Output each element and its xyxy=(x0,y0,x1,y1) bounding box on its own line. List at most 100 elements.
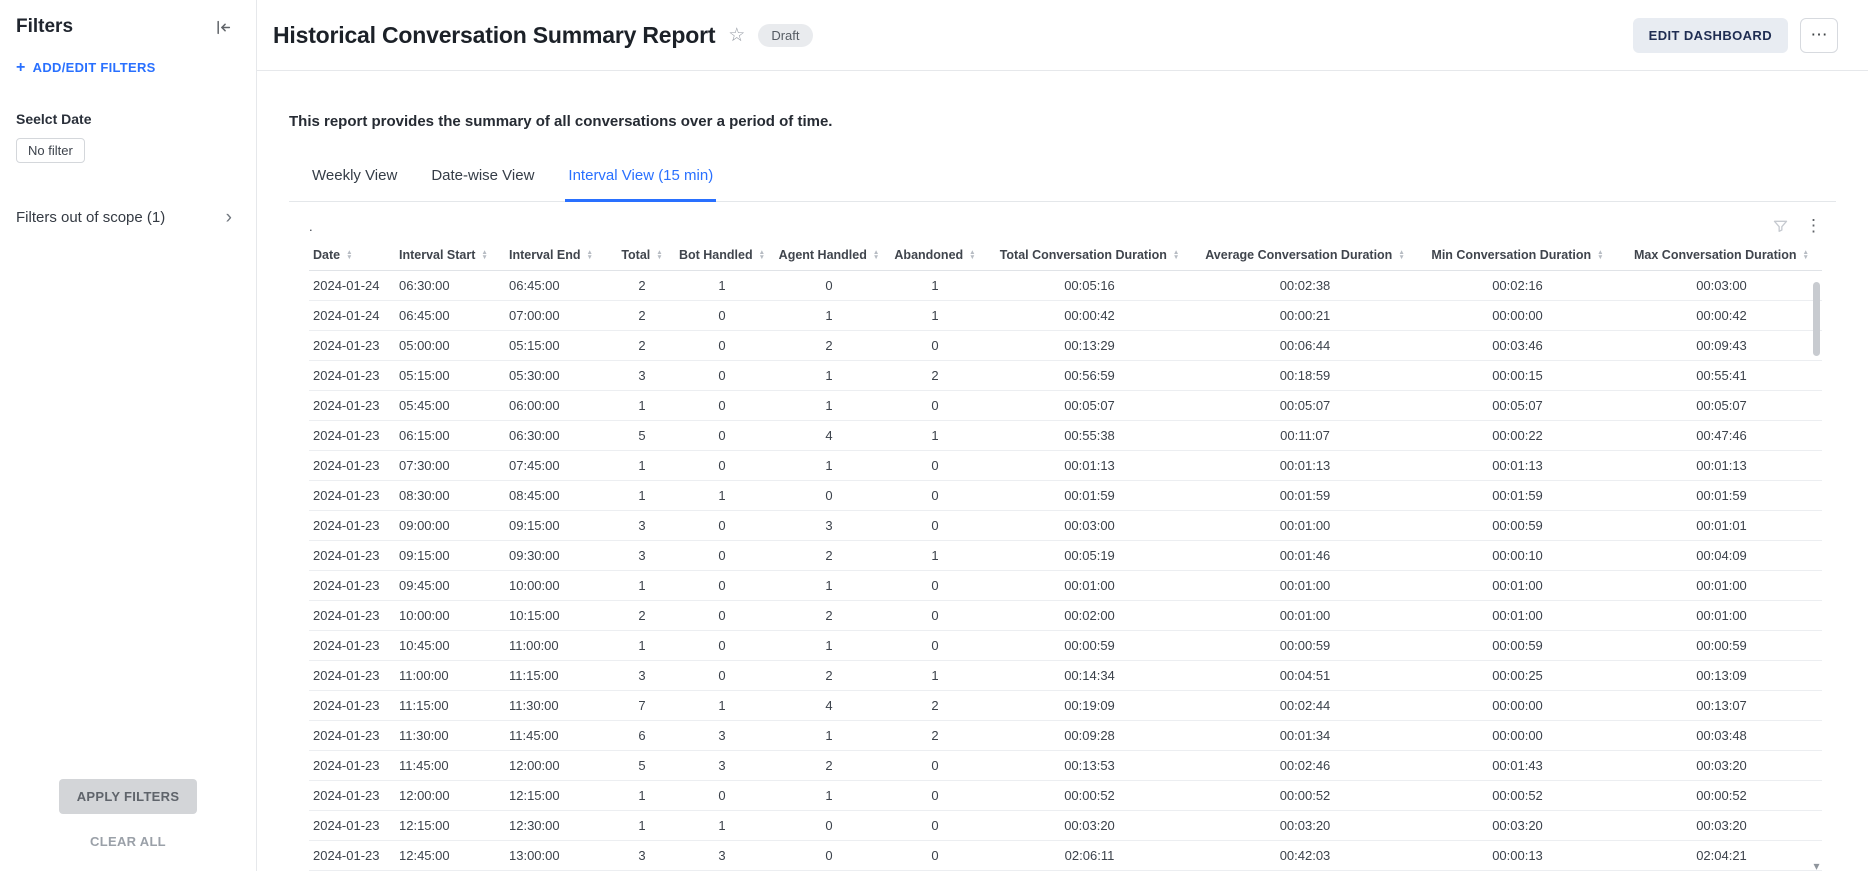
add-edit-filters-button[interactable]: + ADD/EDIT FILTERS xyxy=(16,60,156,75)
table-cell: 00:03:20 xyxy=(1621,751,1822,781)
table-cell: 00:00:22 xyxy=(1414,421,1621,451)
column-header-label: Abandoned xyxy=(894,248,963,262)
table-cell: 2024-01-23 xyxy=(309,451,395,481)
table-row[interactable]: 2024-01-2305:15:0005:30:00301200:56:5900… xyxy=(309,361,1822,391)
table-cell: 00:01:00 xyxy=(983,571,1196,601)
column-header[interactable]: Agent Handled▲▼ xyxy=(771,240,887,271)
table-cell: 06:30:00 xyxy=(505,421,611,451)
edit-dashboard-button[interactable]: EDIT DASHBOARD xyxy=(1633,18,1788,53)
column-header[interactable]: Bot Handled▲▼ xyxy=(673,240,771,271)
sort-icon[interactable]: ▲▼ xyxy=(873,250,879,261)
table-cell: 06:45:00 xyxy=(395,301,505,331)
column-header[interactable]: Abandoned ▲▼ xyxy=(887,240,983,271)
table-row[interactable]: 2024-01-2406:45:0007:00:00201100:00:4200… xyxy=(309,301,1822,331)
table-cell: 00:00:42 xyxy=(1621,301,1822,331)
table-cell: 07:30:00 xyxy=(395,451,505,481)
sort-icon[interactable]: ▲▼ xyxy=(587,250,593,261)
table-row[interactable]: 2024-01-2310:45:0011:00:00101000:00:5900… xyxy=(309,631,1822,661)
table-cell: 10:00:00 xyxy=(505,571,611,601)
table-cell: 00:13:53 xyxy=(983,751,1196,781)
column-header[interactable]: Interval Start▲▼ xyxy=(395,240,505,271)
sort-icon[interactable]: ▲▼ xyxy=(1398,250,1404,261)
table-cell: 2 xyxy=(611,301,673,331)
table-cell: 00:01:00 xyxy=(1621,571,1822,601)
clear-all-button[interactable]: CLEAR ALL xyxy=(90,834,166,849)
table-cell: 0 xyxy=(673,391,771,421)
filters-out-of-scope-row[interactable]: Filters out of scope (1) › xyxy=(16,209,240,226)
table-cell: 00:01:00 xyxy=(1621,601,1822,631)
table-row[interactable]: 2024-01-2307:30:0007:45:00101000:01:1300… xyxy=(309,451,1822,481)
table-cell: 3 xyxy=(771,511,887,541)
table-row[interactable]: 2024-01-2309:15:0009:30:00302100:05:1900… xyxy=(309,541,1822,571)
column-header-label: Min Conversation Duration xyxy=(1431,248,1591,262)
table-cell: 3 xyxy=(611,511,673,541)
table-cell: 7 xyxy=(611,691,673,721)
table-row[interactable]: 2024-01-2312:45:0013:00:00330002:06:1100… xyxy=(309,841,1822,871)
scrollbar-thumb[interactable] xyxy=(1813,282,1820,356)
column-header[interactable]: Average Conversation Duration▲▼ xyxy=(1196,240,1414,271)
table-row[interactable]: 2024-01-2308:30:0008:45:00110000:01:5900… xyxy=(309,481,1822,511)
table-row[interactable]: 2024-01-2312:00:0012:15:00101000:00:5200… xyxy=(309,781,1822,811)
table-cell: 00:04:09 xyxy=(1621,541,1822,571)
table-row[interactable]: 2024-01-2309:45:0010:00:00101000:01:0000… xyxy=(309,571,1822,601)
table-cell: 00:01:13 xyxy=(983,451,1196,481)
table-cell: 00:14:34 xyxy=(983,661,1196,691)
sort-icon[interactable]: ▲▼ xyxy=(1597,250,1603,261)
table-cell: 1 xyxy=(673,811,771,841)
column-header[interactable]: Total▲▼ xyxy=(611,240,673,271)
collapse-sidebar-icon[interactable] xyxy=(215,19,232,36)
tab-weekly-view[interactable]: Weekly View xyxy=(309,154,400,202)
table-cell: 00:09:28 xyxy=(983,721,1196,751)
sort-icon[interactable]: ▲▼ xyxy=(1173,250,1179,261)
table-row[interactable]: 2024-01-2406:30:0006:45:00210100:05:1600… xyxy=(309,271,1822,301)
report-content: This report provides the summary of all … xyxy=(257,71,1868,871)
table-row[interactable]: 2024-01-2305:45:0006:00:00101000:05:0700… xyxy=(309,391,1822,421)
table-row[interactable]: 2024-01-2305:00:0005:15:00202000:13:2900… xyxy=(309,331,1822,361)
table-cell: 00:01:00 xyxy=(1414,601,1621,631)
table-cell: 00:03:20 xyxy=(1621,811,1822,841)
table-cell: 2024-01-23 xyxy=(309,331,395,361)
table-cell: 00:01:59 xyxy=(983,481,1196,511)
table-row[interactable]: 2024-01-2309:00:0009:15:00303000:03:0000… xyxy=(309,511,1822,541)
table-cell: 1 xyxy=(887,421,983,451)
table-cell: 00:00:52 xyxy=(1196,781,1414,811)
table-row[interactable]: 2024-01-2311:00:0011:15:00302100:14:3400… xyxy=(309,661,1822,691)
column-header-label: Total Conversation Duration xyxy=(1000,248,1167,262)
sort-icon[interactable]: ▲▼ xyxy=(969,250,975,261)
table-cell: 00:05:07 xyxy=(1196,391,1414,421)
tab-interval-view[interactable]: Interval View (15 min) xyxy=(565,154,716,202)
table-row[interactable]: 2024-01-2310:00:0010:15:00202000:02:0000… xyxy=(309,601,1822,631)
apply-filters-button[interactable]: APPLY FILTERS xyxy=(59,779,198,814)
table-cell: 2 xyxy=(611,331,673,361)
column-header[interactable]: Total Conversation Duration ▲▼ xyxy=(983,240,1196,271)
sort-icon[interactable]: ▲▼ xyxy=(481,250,487,261)
column-header[interactable]: Min Conversation Duration ▲▼ xyxy=(1414,240,1621,271)
table-row[interactable]: 2024-01-2312:15:0012:30:00110000:03:2000… xyxy=(309,811,1822,841)
no-filter-chip[interactable]: No filter xyxy=(16,138,85,163)
table-cell: 00:00:21 xyxy=(1196,301,1414,331)
sort-icon[interactable]: ▲▼ xyxy=(759,250,765,261)
sort-icon[interactable]: ▲▼ xyxy=(346,250,352,261)
scroll-down-icon[interactable]: ▾ xyxy=(1811,861,1822,871)
table-cell: 1 xyxy=(611,631,673,661)
table-cell: 00:19:09 xyxy=(983,691,1196,721)
sort-icon[interactable]: ▲▼ xyxy=(1803,250,1809,261)
sort-icon[interactable]: ▲▼ xyxy=(656,250,662,261)
star-icon[interactable]: ☆ xyxy=(728,26,745,45)
table-row[interactable]: 2024-01-2306:15:0006:30:00504100:55:3800… xyxy=(309,421,1822,451)
more-options-button[interactable]: ⋯ xyxy=(1800,18,1838,53)
table-cell: 00:01:46 xyxy=(1196,541,1414,571)
column-header[interactable]: Interval End▲▼ xyxy=(505,240,611,271)
tab-date-wise-view[interactable]: Date-wise View xyxy=(428,154,537,202)
filter-icon[interactable] xyxy=(1772,218,1789,234)
table-cell: 2 xyxy=(771,751,887,781)
kebab-menu-icon[interactable]: ⋮ xyxy=(1805,218,1822,234)
column-header[interactable]: Date▲▼ xyxy=(309,240,395,271)
table-row[interactable]: 2024-01-2311:15:0011:30:00714200:19:0900… xyxy=(309,691,1822,721)
column-header[interactable]: Max Conversation Duration▲▼ xyxy=(1621,240,1822,271)
table-row[interactable]: 2024-01-2311:30:0011:45:00631200:09:2800… xyxy=(309,721,1822,751)
table-cell: 05:45:00 xyxy=(395,391,505,421)
table-cell: 00:01:59 xyxy=(1196,481,1414,511)
table-row[interactable]: 2024-01-2311:45:0012:00:00532000:13:5300… xyxy=(309,751,1822,781)
table-scrollbar[interactable]: ▾ xyxy=(1811,272,1822,871)
